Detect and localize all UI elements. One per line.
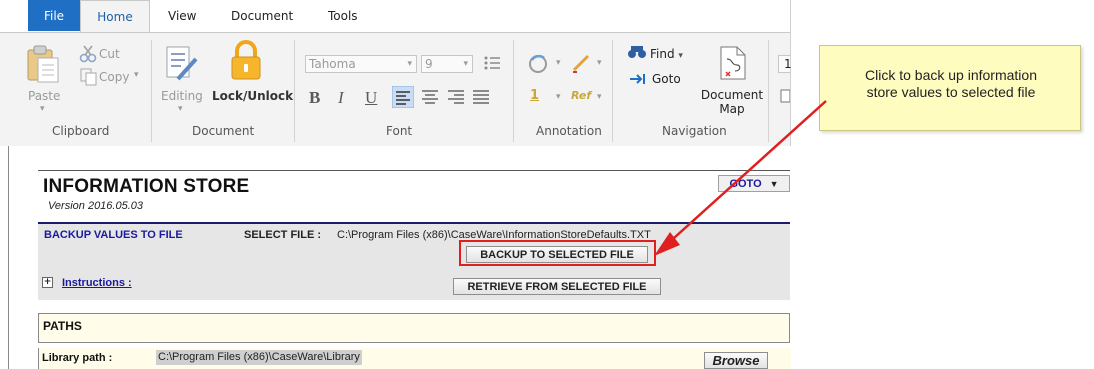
- goto-label[interactable]: Goto: [652, 72, 681, 86]
- tab-document[interactable]: Document: [231, 9, 293, 23]
- callout-text: Click to back up information store value…: [832, 67, 1070, 101]
- partial-field[interactable]: 1: [778, 55, 792, 73]
- browse-button[interactable]: Browse: [704, 352, 768, 369]
- callout-line-2: store values to selected file: [866, 84, 1036, 100]
- group-separator: [513, 40, 514, 142]
- paths-section: PATHS: [38, 313, 790, 343]
- goto-arrow-icon[interactable]: [629, 73, 647, 85]
- justify-icon[interactable]: [472, 88, 490, 106]
- paste-label[interactable]: Paste: [28, 89, 60, 103]
- reference-label: Ref: [571, 89, 592, 102]
- editing-icon[interactable]: [164, 45, 200, 83]
- font-family-select[interactable]: Tahoma ▾: [305, 55, 417, 73]
- find-button[interactable]: Find ▾: [650, 47, 683, 61]
- select-file-label: SELECT FILE :: [244, 229, 321, 241]
- library-path-label: Library path :: [42, 352, 113, 364]
- lock-unlock-label[interactable]: Lock/Unlock: [212, 89, 293, 103]
- library-path-field[interactable]: C:\Program Files (x86)\CaseWare\Library: [156, 350, 362, 365]
- underline-button[interactable]: U: [365, 88, 377, 108]
- bold-button[interactable]: B: [309, 88, 320, 108]
- align-right-icon[interactable]: [447, 88, 465, 106]
- cut-icon[interactable]: [79, 45, 97, 63]
- chevron-down-icon[interactable]: ▾: [556, 58, 561, 68]
- document-left-border: [8, 146, 9, 369]
- chevron-down-icon[interactable]: ▾: [556, 92, 561, 102]
- annotation-circle-icon[interactable]: [528, 53, 550, 75]
- font-size-value: 9: [425, 57, 433, 71]
- editing-dropdown-arrow[interactable]: ▾: [178, 104, 183, 114]
- callout-line-1: Click to back up information: [865, 67, 1037, 83]
- tickmark-number: 1: [530, 88, 540, 103]
- copy-icon[interactable]: [80, 68, 98, 86]
- font-size-select[interactable]: 9 ▾: [421, 55, 473, 73]
- chevron-down-icon: ▾: [678, 51, 683, 61]
- chevron-down-icon: ▾: [463, 59, 468, 69]
- library-path-row: [38, 348, 791, 369]
- binoculars-icon[interactable]: [627, 45, 647, 59]
- tickmark-number-button[interactable]: 1: [530, 88, 539, 103]
- editing-label[interactable]: Editing: [161, 89, 203, 103]
- document-group-label: Document: [192, 124, 255, 138]
- reference-button[interactable]: Ref: [571, 89, 591, 102]
- tab-tools[interactable]: Tools: [328, 9, 358, 23]
- lock-icon[interactable]: [229, 40, 263, 82]
- copy-dropdown-arrow[interactable]: ▾: [134, 70, 139, 80]
- group-separator: [294, 40, 295, 142]
- highlight-pen-icon[interactable]: [571, 53, 593, 75]
- callout-arrow: [654, 100, 827, 256]
- annotation-group-label: Annotation: [536, 124, 602, 138]
- tab-file[interactable]: File: [28, 0, 80, 31]
- tab-home[interactable]: Home: [80, 0, 150, 32]
- font-group-label: Font: [386, 124, 413, 138]
- align-left-icon[interactable]: [392, 86, 414, 108]
- retrieve-from-selected-file-button[interactable]: RETRIEVE FROM SELECTED FILE: [453, 278, 661, 295]
- group-separator: [151, 40, 152, 142]
- highlight-box: [459, 240, 656, 266]
- align-center-icon[interactable]: [421, 88, 439, 106]
- group-separator: [612, 40, 613, 142]
- cut-label[interactable]: Cut: [99, 47, 120, 61]
- version-text: Version 2016.05.03: [48, 200, 143, 212]
- chevron-down-icon[interactable]: ▾: [597, 58, 602, 68]
- paste-dropdown-arrow[interactable]: ▾: [40, 104, 45, 114]
- paths-heading: PATHS: [43, 319, 82, 333]
- font-family-value: Tahoma: [309, 57, 356, 71]
- list-icon[interactable]: [483, 55, 501, 71]
- callout-box: Click to back up information store value…: [819, 45, 1081, 131]
- page-title: INFORMATION STORE: [43, 176, 250, 197]
- chevron-down-icon: ▾: [407, 59, 412, 69]
- instructions-link[interactable]: Instructions :: [62, 277, 132, 289]
- expand-icon[interactable]: +: [42, 277, 53, 288]
- clipboard-group-label: Clipboard: [52, 124, 110, 138]
- tab-view[interactable]: View: [168, 9, 196, 23]
- italic-button[interactable]: I: [338, 88, 344, 108]
- find-label: Find: [650, 47, 675, 61]
- chevron-down-icon[interactable]: ▾: [597, 92, 602, 102]
- backup-section-heading: BACKUP VALUES TO FILE: [44, 229, 183, 241]
- copy-label[interactable]: Copy: [99, 70, 129, 84]
- paste-icon[interactable]: [26, 44, 60, 84]
- document-map-icon[interactable]: [719, 45, 747, 81]
